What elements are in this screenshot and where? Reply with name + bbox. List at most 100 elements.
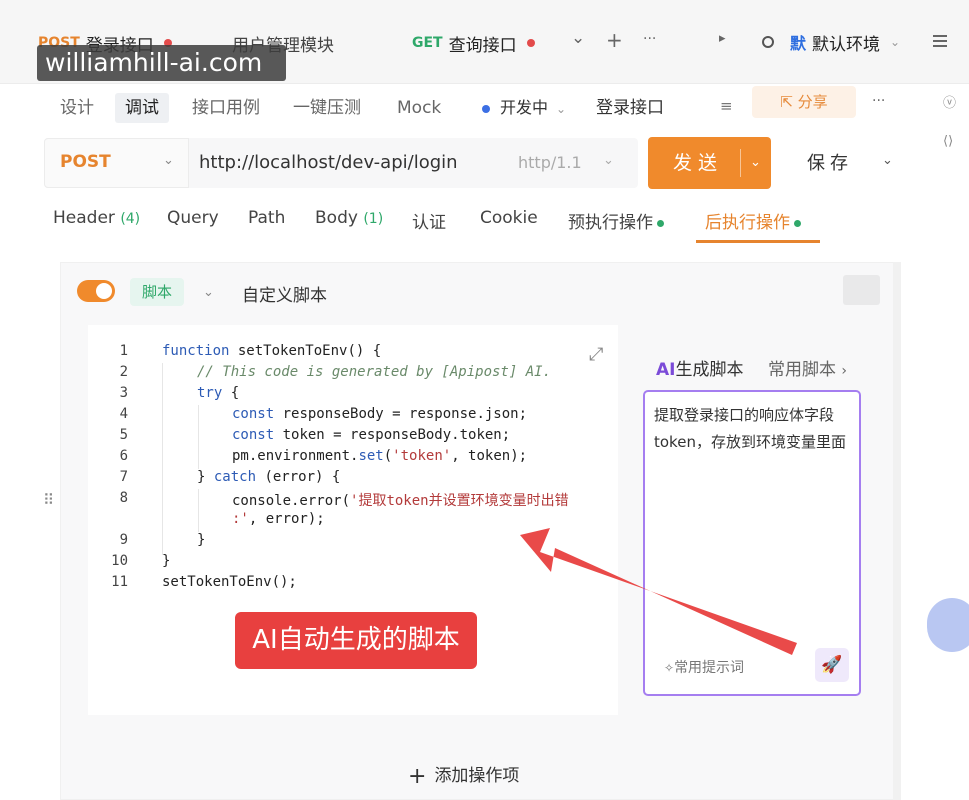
tab-label: 后执行操作 (705, 213, 790, 233)
tab-label: Body (315, 208, 358, 228)
unsaved-dot-icon (526, 39, 535, 47)
tab-method: GET (412, 35, 443, 51)
active-dot-icon (657, 219, 664, 227)
code-line: pm.environment.set('token', token); (232, 448, 528, 464)
code-line: :', error); (232, 511, 325, 527)
share-label: 分享 (797, 93, 828, 111)
chevron-down-icon[interactable]: ⌄ (882, 153, 893, 168)
watermark: williamhill-ai.com (37, 45, 286, 81)
environment-label: 默认环境 (812, 34, 881, 55)
add-tab-icon[interactable]: + (606, 28, 623, 52)
annotation-label: AI自动生成的脚本 (235, 612, 477, 669)
side-panel-icon[interactable]: ⓥ (943, 92, 956, 111)
edit-icon[interactable]: ≡ (720, 97, 733, 115)
line-number: 8 (119, 490, 128, 506)
toggle-knob (96, 283, 112, 299)
subtab-mock[interactable]: Mock (397, 93, 441, 123)
tabs-dropdown-icon[interactable]: ⌄ (571, 28, 585, 48)
tab-pre-request[interactable]: 预执行操作 (568, 208, 664, 233)
tab-cookie[interactable]: Cookie (480, 208, 538, 228)
tab-label: 预执行操作 (568, 213, 653, 233)
menu-icon[interactable] (933, 35, 947, 47)
add-operation-button[interactable]: + 添加操作项 (408, 761, 519, 789)
subtab-stress[interactable]: 一键压测 (293, 93, 361, 123)
panel-action-button[interactable] (843, 275, 880, 305)
send-label: 发送 (673, 152, 724, 174)
code-line: function setTokenToEnv() { (162, 343, 382, 359)
tab-query[interactable]: GET 查询接口 (412, 30, 535, 56)
share-button[interactable]: ⇱ 分享 (752, 86, 856, 118)
code-panel-icon[interactable]: ⟨⟩ (943, 134, 953, 149)
tab-common-scripts[interactable]: 常用脚本 › (768, 355, 847, 380)
tab-count: (4) (120, 211, 141, 227)
line-number: 1 (119, 343, 128, 359)
tab-count: (1) (363, 211, 384, 227)
rocket-icon[interactable]: 🚀 (815, 648, 849, 682)
tab-path[interactable]: Path (248, 208, 285, 228)
code-line: const token = responseBody.token; (232, 427, 511, 443)
drag-handle-icon[interactable]: ⠿ (43, 491, 54, 509)
script-enable-toggle[interactable] (77, 280, 115, 302)
code-line: const responseBody = response.json; (232, 406, 528, 422)
scroll-tabs-icon[interactable]: ▸ (719, 31, 726, 46)
subtab-design[interactable]: 设计 (60, 93, 94, 123)
code-line: setTokenToEnv(); (162, 574, 297, 590)
tab-post-request[interactable]: 后执行操作 (705, 208, 801, 233)
line-number: 11 (111, 574, 128, 590)
code-line: } (197, 532, 206, 548)
floating-assistant-button[interactable] (927, 598, 969, 652)
chevron-down-icon: ⌄ (890, 35, 901, 49)
ai-prompt-input[interactable]: 提取登录接口的响应体字段token，存放到环境变量里面 (654, 402, 852, 456)
tab-body[interactable]: Body (1) (315, 208, 383, 228)
chevron-down-icon: ⌄ (556, 102, 567, 116)
protocol-select[interactable]: http/1.1 (518, 153, 582, 172)
status-dot-icon (482, 104, 490, 113)
more-icon[interactable]: ··· (643, 31, 656, 47)
divider (740, 149, 741, 177)
prompt-hint-button[interactable]: ✧常用提示词 (664, 657, 744, 677)
url-input[interactable]: http://localhost/dev-api/login (199, 152, 458, 173)
tab-ai-generate[interactable]: AI生成脚本 (656, 355, 743, 380)
tab-label: 生成脚本 (675, 360, 744, 380)
environment-selector[interactable]: 默 默认环境 ⌄ (762, 28, 900, 56)
add-operation-label: 添加操作项 (434, 766, 520, 786)
ai-icon: AI (656, 360, 676, 380)
code-line: // This code is generated by [Apipost] A… (197, 364, 552, 380)
share-icon: ⇱ (780, 93, 793, 111)
settings-eye-icon (762, 36, 774, 48)
more-icon[interactable]: ··· (872, 93, 885, 109)
tab-auth[interactable]: 认证 (412, 208, 446, 233)
scrollbar[interactable] (893, 262, 901, 800)
tab-label: 常用脚本 (768, 360, 836, 380)
chevron-down-icon: ⌄ (163, 153, 174, 168)
status-label: 开发中 (500, 98, 549, 117)
tab-label: Header (53, 208, 115, 228)
code-line: } catch (error) { (197, 469, 341, 485)
sparkle-icon: ✧ (664, 661, 675, 675)
chevron-down-icon: ⌄ (750, 155, 761, 170)
code-line: try { (197, 385, 240, 401)
chevron-right-icon: › (841, 363, 848, 379)
expand-icon[interactable]: ⤢ (589, 344, 603, 365)
code-line: } (162, 553, 171, 569)
tab-header[interactable]: Header (4) (53, 208, 140, 228)
status-selector[interactable]: 开发中 ⌄ (482, 93, 566, 123)
subtab-cases[interactable]: 接口用例 (192, 93, 260, 123)
chevron-down-icon: ⌄ (603, 153, 614, 168)
line-number: 9 (119, 532, 128, 548)
request-name[interactable]: 登录接口 (596, 93, 664, 123)
subtab-debug[interactable]: 调试 (115, 93, 169, 123)
environment-icon: 默 (790, 34, 807, 53)
line-number: 10 (111, 553, 128, 569)
line-number: 6 (119, 448, 128, 464)
chevron-down-icon[interactable]: ⌄ (203, 285, 214, 300)
script-type-tag: 脚本 (130, 278, 184, 306)
send-button[interactable]: 发送 ⌄ (648, 137, 771, 189)
method-value: POST (60, 152, 111, 172)
save-button[interactable]: 保存 (790, 139, 870, 189)
line-number: 3 (119, 385, 128, 401)
indent-guide (198, 405, 199, 469)
tab-query[interactable]: Query (167, 208, 219, 228)
script-title: 自定义脚本 (242, 286, 327, 306)
app-window: POST 登录接口 用户管理模块 GET 查询接口 ⌄ + ··· ▸ 默 默认… (0, 0, 969, 800)
